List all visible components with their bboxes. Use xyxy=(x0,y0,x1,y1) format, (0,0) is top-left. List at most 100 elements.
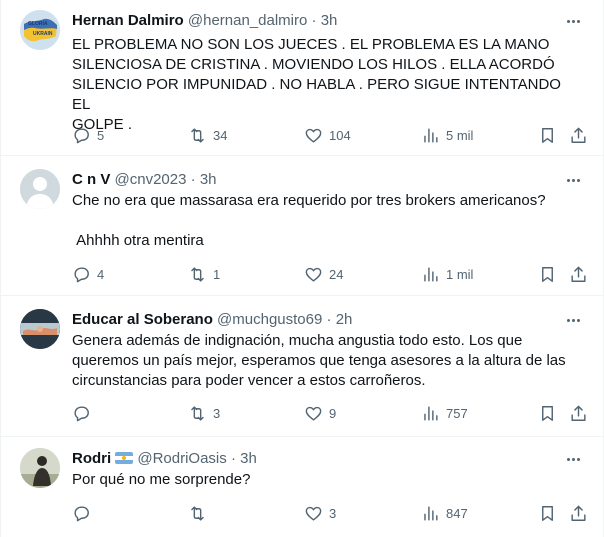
heart-icon xyxy=(305,406,322,421)
repost-button[interactable] xyxy=(188,503,213,523)
repost-icon xyxy=(191,127,204,143)
tweet-text: Genera además de indignación, mucha angu… xyxy=(72,332,566,389)
separator-dot: · xyxy=(311,12,317,29)
reply-button[interactable] xyxy=(72,403,97,423)
tweet-actions: 3 9 757 xyxy=(72,403,592,423)
reply-count: 4 xyxy=(97,266,105,282)
tweet[interactable]: GLORIA UKRAIN Hernan Dalmiro @hernan_dal… xyxy=(1,0,603,156)
separator-dot: · xyxy=(326,311,332,328)
reply-icon xyxy=(74,127,89,143)
like-count: 9 xyxy=(329,405,337,421)
user-handle[interactable]: @RodriOasis xyxy=(137,450,226,467)
like-button[interactable]: 3 xyxy=(304,503,336,523)
tweet-actions: 5 34 104 5 mil xyxy=(72,125,592,145)
avatar[interactable] xyxy=(20,309,60,349)
view-count: 1 mil xyxy=(446,266,474,282)
like-count: 3 xyxy=(329,505,337,521)
heart-icon xyxy=(305,128,322,143)
avatar[interactable]: GLORIA UKRAIN xyxy=(20,10,60,50)
tweet-header: Educar al Soberano @muchgusto69 · 2h xyxy=(72,310,352,330)
tweet[interactable]: C n V @cnv2023 · 3h Che no era que massa… xyxy=(1,157,603,296)
reply-button[interactable]: 5 xyxy=(72,125,104,145)
display-name[interactable]: C n V xyxy=(72,171,110,188)
more-icon[interactable] xyxy=(563,310,583,330)
share-button[interactable] xyxy=(569,264,588,284)
share-button[interactable] xyxy=(569,403,588,423)
avatar-image xyxy=(20,309,60,349)
tweet-text: Por qué no me sorprende? xyxy=(72,471,251,488)
reply-icon xyxy=(74,266,89,282)
bookmark-button[interactable] xyxy=(538,503,557,523)
tweet[interactable]: Rodri @RodriOasis · 3h Por qué no me sor… xyxy=(1,438,603,537)
share-icon xyxy=(571,266,586,282)
views-icon xyxy=(424,127,438,143)
tweet[interactable]: Educar al Soberano @muchgusto69 · 2h Gen… xyxy=(1,297,603,437)
repost-icon xyxy=(191,266,204,282)
timestamp[interactable]: 3h xyxy=(200,171,217,188)
user-handle[interactable]: @muchgusto69 xyxy=(217,311,322,328)
views-button[interactable]: 1 mil xyxy=(421,264,473,284)
avatar[interactable] xyxy=(20,448,60,488)
repost-count: 1 xyxy=(213,266,221,282)
timestamp[interactable]: 3h xyxy=(321,12,338,29)
bookmark-icon xyxy=(542,266,553,282)
tweet-header: C n V @cnv2023 · 3h xyxy=(72,170,217,190)
user-handle[interactable]: @cnv2023 xyxy=(115,171,187,188)
argentina-flag-icon xyxy=(115,452,134,464)
like-count: 24 xyxy=(329,266,344,282)
tweet-text: EL PROBLEMA NO SON LOS JUECES . EL PROBL… xyxy=(72,36,561,133)
bookmark-icon xyxy=(542,405,553,421)
bookmark-button[interactable] xyxy=(538,403,557,423)
separator-dot: · xyxy=(190,171,196,188)
share-icon xyxy=(571,405,586,421)
share-button[interactable] xyxy=(569,503,588,523)
views-button[interactable]: 757 xyxy=(421,403,468,423)
like-button[interactable]: 24 xyxy=(304,264,343,284)
more-icon[interactable] xyxy=(563,449,583,469)
heart-icon xyxy=(305,506,322,521)
reply-feed: GLORIA UKRAIN Hernan Dalmiro @hernan_dal… xyxy=(0,0,604,537)
share-icon xyxy=(571,505,586,521)
view-count: 847 xyxy=(446,505,468,521)
views-button[interactable]: 847 xyxy=(421,503,468,523)
share-icon xyxy=(571,127,586,143)
repost-count: 3 xyxy=(213,405,221,421)
bookmark-icon xyxy=(542,505,553,521)
avatar[interactable] xyxy=(20,169,60,209)
heart-icon xyxy=(305,267,322,282)
display-name[interactable]: Educar al Soberano xyxy=(72,311,213,328)
like-count: 104 xyxy=(329,127,351,143)
repost-button[interactable]: 3 xyxy=(188,403,220,423)
views-icon xyxy=(424,266,438,282)
bookmark-button[interactable] xyxy=(538,125,557,145)
tweet-actions: 3 847 xyxy=(72,503,592,523)
display-name[interactable]: Rodri xyxy=(72,450,111,467)
repost-button[interactable]: 34 xyxy=(188,125,227,145)
avatar-image xyxy=(20,448,60,488)
like-button[interactable]: 104 xyxy=(304,125,351,145)
views-icon xyxy=(424,505,438,521)
repost-icon xyxy=(191,405,204,421)
display-name[interactable]: Hernan Dalmiro xyxy=(72,12,184,29)
views-button[interactable]: 5 mil xyxy=(421,125,473,145)
share-button[interactable] xyxy=(569,125,588,145)
tweet-text: Che no era que massarasa era requerido p… xyxy=(72,192,546,249)
repost-icon xyxy=(191,505,204,521)
reply-button[interactable]: 4 xyxy=(72,264,104,284)
like-button[interactable]: 9 xyxy=(304,403,336,423)
reply-button[interactable] xyxy=(72,503,97,523)
user-handle[interactable]: @hernan_dalmiro xyxy=(188,12,307,29)
more-icon[interactable] xyxy=(563,11,583,31)
tweet-header: Rodri @RodriOasis · 3h xyxy=(72,449,257,469)
tweet-actions: 4 1 24 1 mil xyxy=(72,264,592,284)
timestamp[interactable]: 3h xyxy=(240,450,257,467)
reply-icon xyxy=(74,505,89,521)
bookmark-button[interactable] xyxy=(538,264,557,284)
reply-icon xyxy=(74,405,89,421)
svg-text:UKRAIN: UKRAIN xyxy=(33,31,53,37)
timestamp[interactable]: 2h xyxy=(336,311,353,328)
avatar-image: GLORIA UKRAIN xyxy=(20,10,60,50)
repost-button[interactable]: 1 xyxy=(188,264,220,284)
repost-count: 34 xyxy=(213,127,228,143)
more-icon[interactable] xyxy=(563,170,583,190)
